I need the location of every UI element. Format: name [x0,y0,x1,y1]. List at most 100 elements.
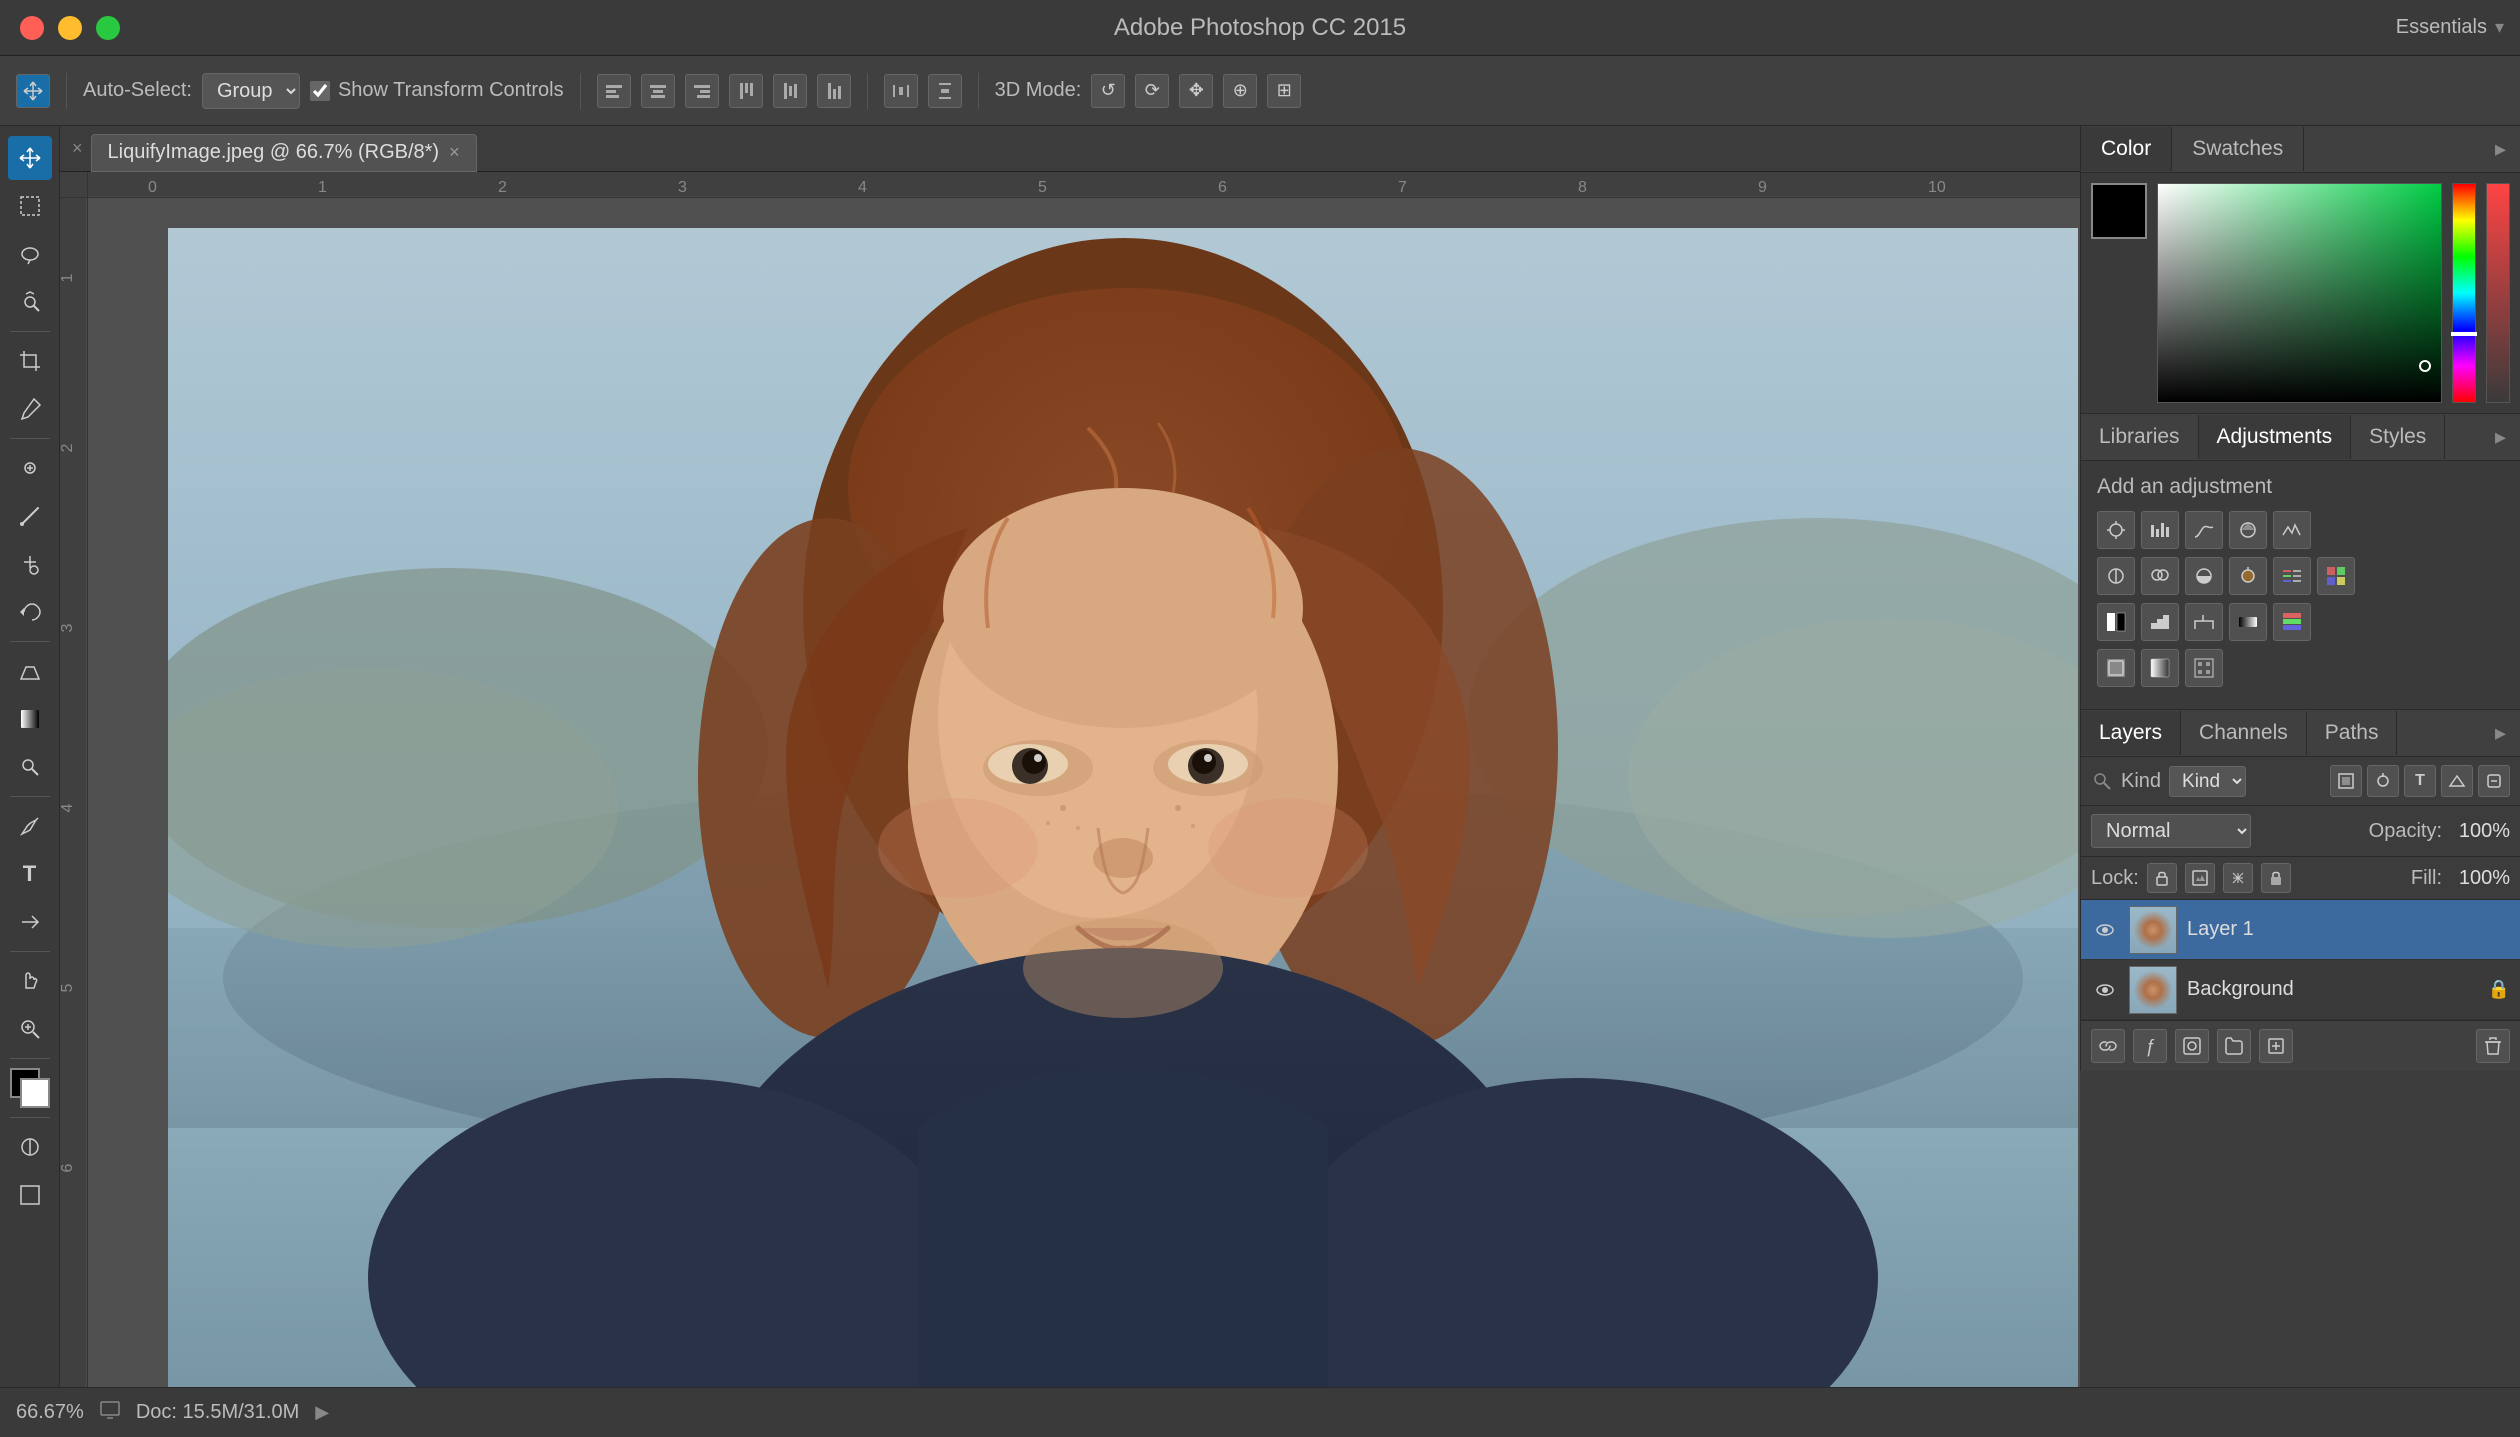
filter-pixel-btn[interactable] [2330,765,2362,797]
layer-item[interactable]: Background 🔒 [2081,960,2520,1020]
distribute-v-btn[interactable] [928,74,962,108]
auto-select-dropdown[interactable]: Group Layer [202,73,300,109]
adjustments-tab[interactable]: Adjustments [2199,415,2352,459]
filter-shape-btn[interactable] [2441,765,2473,797]
exposure-btn[interactable] [2229,511,2267,549]
align-top-btn[interactable] [729,74,763,108]
align-vcenter-btn[interactable] [773,74,807,108]
layers-panel-expand[interactable]: ▸ [2481,710,2520,756]
canvas-scroll-area[interactable] [88,198,2080,1387]
text-tool[interactable]: T [8,852,52,896]
document-tab[interactable]: LiquifyImage.jpeg @ 66.7% (RGB/8*) × [91,134,477,172]
status-arrow-btn[interactable]: ▶ [315,1402,329,1423]
hue-saturation-btn[interactable] [2097,557,2135,595]
zoom-tool[interactable] [8,1007,52,1051]
filter-adjustment-btn[interactable] [2367,765,2399,797]
channels-tab[interactable]: Channels [2181,711,2307,755]
path-selection-tool[interactable] [8,900,52,944]
libraries-tab[interactable]: Libraries [2081,415,2199,459]
move-tool[interactable] [8,136,52,180]
color-balance-btn[interactable] [2141,557,2179,595]
lock-all-btn[interactable] [2261,863,2291,893]
levels-btn[interactable] [2141,511,2179,549]
tab-close-icon[interactable]: × [72,138,83,159]
color-picker[interactable] [8,1066,52,1110]
background-color[interactable] [20,1078,50,1108]
filter-smartobject-btn[interactable] [2478,765,2510,797]
hand-tool[interactable] [8,959,52,1003]
quick-mask-tool[interactable] [8,1125,52,1169]
eraser-tool[interactable] [8,649,52,693]
healing-brush-tool[interactable] [8,446,52,490]
layer-visibility-toggle[interactable] [2091,976,2119,1004]
screen-mode-btn[interactable] [8,1173,52,1217]
minimize-button[interactable] [58,16,82,40]
filter-type-btn[interactable]: T [2404,765,2436,797]
maximize-button[interactable] [96,16,120,40]
pen-tool[interactable] [8,804,52,848]
crop-tool[interactable] [8,339,52,383]
pattern-fill-btn[interactable] [2185,649,2223,687]
gradient-fill-btn[interactable] [2141,649,2179,687]
3d-roll-btn[interactable]: ⟳ [1135,74,1169,108]
new-group-btn[interactable] [2217,1029,2251,1063]
delete-layer-btn[interactable] [2476,1029,2510,1063]
layer-visibility-toggle[interactable] [2091,916,2119,944]
vibrance-btn[interactable] [2273,511,2311,549]
curves-btn[interactable] [2185,511,2223,549]
styles-tab[interactable]: Styles [2351,415,2445,459]
layer-item[interactable]: Layer 1 [2081,900,2520,960]
align-left-btn[interactable] [597,74,631,108]
close-button[interactable] [20,16,44,40]
posterize-btn[interactable] [2141,603,2179,641]
lock-image-btn[interactable] [2185,863,2215,893]
opacity-value[interactable]: 100% [2450,820,2510,843]
3d-scale-btn[interactable]: ⊞ [1267,74,1301,108]
3d-slide-btn[interactable]: ⊕ [1223,74,1257,108]
move-tool-icon[interactable] [16,74,50,108]
lasso-tool[interactable] [8,232,52,276]
lock-transparent-btn[interactable] [2147,863,2177,893]
eyedropper-tool[interactable] [8,387,52,431]
selective-color-btn[interactable] [2273,603,2311,641]
channel-mixer-btn[interactable] [2273,557,2311,595]
black-white-btn[interactable] [2185,557,2223,595]
history-brush-tool[interactable] [8,590,52,634]
clone-stamp-tool[interactable] [8,542,52,586]
3d-pan-btn[interactable]: ✥ [1179,74,1213,108]
quick-select-tool[interactable] [8,280,52,324]
blend-mode-dropdown[interactable]: Normal Dissolve Multiply Screen Overlay [2091,814,2251,848]
hue-slider[interactable] [2452,183,2476,403]
essentials-arrow[interactable]: ▾ [2495,17,2504,38]
color-lookup-btn[interactable] [2317,557,2355,595]
distribute-h-btn[interactable] [884,74,918,108]
adj-panel-expand[interactable]: ▸ [2481,414,2520,460]
link-layers-btn[interactable] [2091,1029,2125,1063]
add-mask-btn[interactable] [2175,1029,2209,1063]
solid-color-btn[interactable] [2097,649,2135,687]
photo-filter-btn[interactable] [2229,557,2267,595]
invert-btn[interactable] [2097,603,2135,641]
color-gradient-picker[interactable] [2157,183,2442,403]
fill-value[interactable]: 100% [2450,867,2510,890]
dodge-tool[interactable] [8,745,52,789]
new-layer-btn[interactable] [2259,1029,2293,1063]
status-screen-icon[interactable] [100,1400,120,1425]
align-right-btn[interactable] [685,74,719,108]
layers-tab[interactable]: Layers [2081,711,2181,755]
tab-close-btn[interactable]: × [449,142,460,163]
paths-tab[interactable]: Paths [2307,711,2398,755]
swatches-tab[interactable]: Swatches [2172,127,2304,171]
threshold-btn[interactable] [2185,603,2223,641]
kind-dropdown[interactable]: Kind [2169,766,2246,797]
color-tab[interactable]: Color [2081,127,2172,171]
gradient-map-btn[interactable] [2229,603,2267,641]
alpha-slider[interactable] [2486,183,2510,403]
add-style-btn[interactable]: ƒ [2133,1029,2167,1063]
brush-tool[interactable] [8,494,52,538]
3d-rotate-btn[interactable]: ↺ [1091,74,1125,108]
marquee-tool[interactable] [8,184,52,228]
brightness-contrast-btn[interactable] [2097,511,2135,549]
color-panel-expand[interactable]: ▸ [2481,126,2520,172]
align-center-btn[interactable] [641,74,675,108]
